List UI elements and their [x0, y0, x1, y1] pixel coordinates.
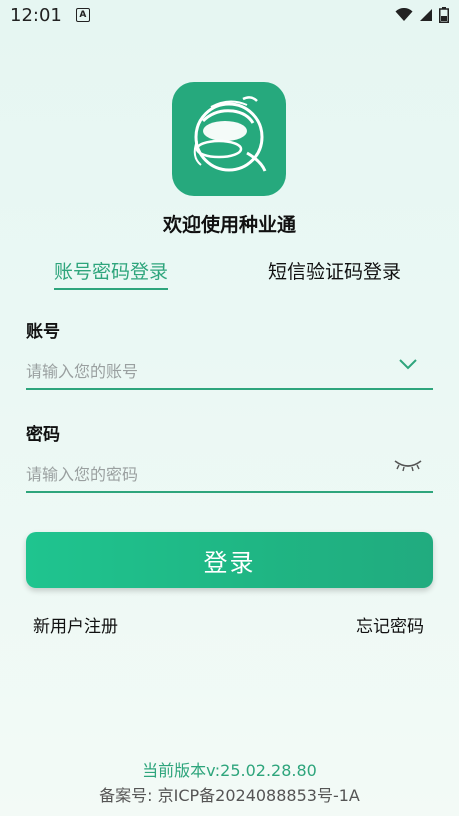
seed-globe-icon	[193, 96, 267, 172]
closed-eye-icon	[394, 460, 422, 472]
tab-sms-login[interactable]: 短信验证码登录	[268, 257, 401, 284]
status-bar-right	[395, 7, 449, 23]
app-title: 欢迎使用种业通	[162, 214, 296, 236]
signal-icon	[420, 9, 432, 21]
login-button[interactable]: 登录	[26, 532, 433, 588]
forgot-password-link[interactable]: 忘记密码	[356, 612, 424, 637]
account-input[interactable]	[26, 354, 433, 390]
status-bar: 12:01 A	[0, 0, 459, 30]
account-label: 账号	[26, 322, 60, 342]
status-time: 12:01	[10, 4, 62, 26]
chevron-down-icon	[399, 359, 417, 370]
status-bar-left: 12:01 A	[10, 5, 90, 26]
password-visibility-toggle[interactable]	[392, 456, 424, 474]
notification-icon: A	[75, 8, 90, 22]
password-input[interactable]	[26, 457, 433, 493]
beian-text: 备案号: 京ICP备2024088853号-1A	[99, 786, 360, 805]
battery-icon	[439, 7, 449, 23]
tab-password-login[interactable]: 账号密码登录	[54, 257, 169, 290]
app-logo	[172, 82, 286, 196]
password-label: 密码	[26, 425, 60, 445]
register-link[interactable]: 新用户注册	[33, 612, 118, 637]
version-text: 当前版本v:25.02.28.80	[142, 761, 317, 780]
wifi-icon	[395, 8, 413, 21]
account-dropdown[interactable]	[396, 354, 420, 374]
